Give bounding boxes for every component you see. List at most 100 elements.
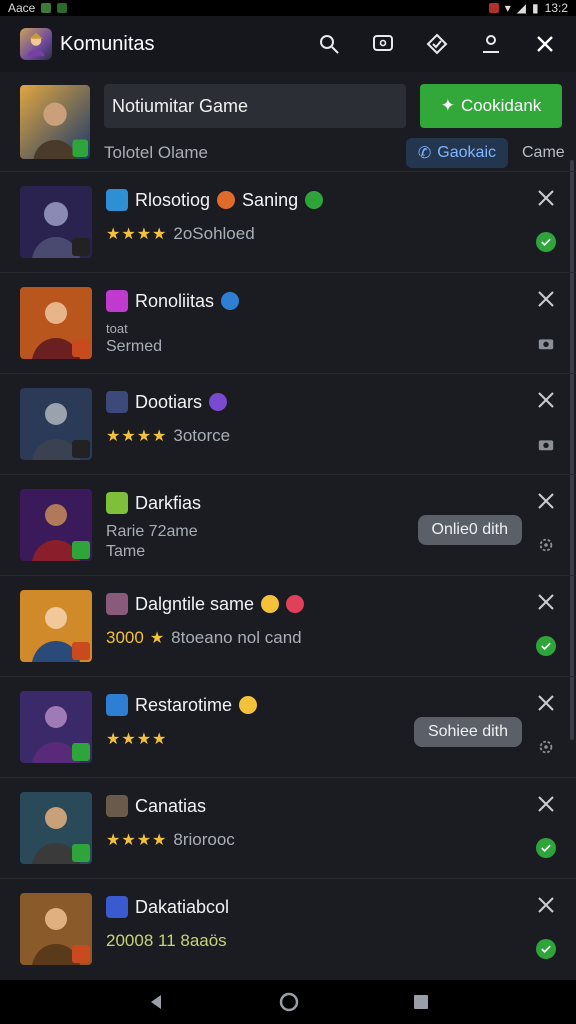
item-title: Restarotime [135, 694, 233, 715]
close-icon [537, 36, 553, 52]
app-bar: Komunitas [0, 16, 576, 72]
system-nav-bar [0, 980, 576, 1024]
app-icon [106, 896, 128, 918]
camera-icon [536, 434, 556, 454]
chat-button[interactable] [366, 27, 400, 61]
wifi-icon: ▾ [504, 1, 511, 15]
call-chip[interactable]: ✆ Gaokaic [405, 138, 508, 168]
app-icon [106, 391, 128, 413]
join-button-label: Cookidank [460, 96, 542, 115]
rating-stars: ★★★★ [106, 731, 168, 748]
item-title-suffix: Saning [242, 189, 299, 210]
recents-icon[interactable] [412, 993, 430, 1011]
item-prefix: 3000 [106, 628, 144, 647]
call-chip-label: Gaokaic [437, 144, 496, 161]
close-icon[interactable] [534, 186, 558, 210]
close-icon[interactable] [534, 489, 558, 513]
verified-icon [305, 191, 324, 209]
close-icon[interactable] [534, 893, 558, 917]
badge-icon [221, 292, 240, 310]
close-icon[interactable] [534, 590, 558, 614]
check-icon [536, 232, 556, 252]
list-item[interactable]: Canatias ★★★★ 8riorooc [0, 778, 576, 879]
close-button[interactable] [528, 27, 562, 61]
join-button[interactable]: ✦ Cookidank [420, 84, 562, 128]
badge-icon [209, 393, 228, 411]
game-thumbnail [20, 186, 92, 258]
app-icon [106, 290, 128, 312]
list-item[interactable]: Dalgntile same 3000 ★ 8toeano nol cand [0, 576, 576, 677]
close-icon[interactable] [534, 792, 558, 816]
list-item[interactable]: Restarotime ★★★★ Sohiee dith [0, 677, 576, 778]
list-item[interactable]: Rlosotiog Saning ★★★★ 2oSohloed [0, 172, 576, 273]
search-button[interactable] [312, 27, 346, 61]
pin-icon: ✦ [440, 96, 455, 115]
rating-stars: ★ [149, 630, 166, 647]
avatar [106, 593, 128, 615]
status-time: 13:2 [544, 1, 568, 15]
game-name-input[interactable] [104, 84, 406, 128]
search-icon [320, 35, 339, 54]
page-title: Komunitas [60, 32, 155, 55]
community-list: Rlosotiog Saning ★★★★ 2oSohloed Ronoliit… [0, 172, 576, 980]
list-item[interactable]: Ronoliitas toat Sermed [0, 273, 576, 374]
item-title: Rlosotiog [135, 189, 211, 210]
item-title: Canatias [135, 795, 207, 816]
close-icon[interactable] [534, 287, 558, 311]
game-thumbnail[interactable] [20, 84, 90, 160]
item-meta-line2: Tame [106, 543, 146, 560]
camera-icon [536, 333, 556, 353]
user-icon [483, 35, 499, 53]
close-icon[interactable] [534, 388, 558, 412]
content-area[interactable]: ✦ Cookidank Tolotel Olame ✆ Gaokaic Came [0, 72, 576, 980]
badge-button[interactable] [420, 27, 454, 61]
app-icon [106, 492, 128, 514]
notification-icon [488, 3, 499, 13]
signal-icon: ◢ [516, 1, 527, 15]
back-icon[interactable] [146, 992, 166, 1012]
list-item[interactable]: Darkfias Rarie 72ame Tame Onlie0 dith [0, 475, 576, 576]
item-title: Dootiars [135, 391, 203, 412]
check-icon [536, 838, 556, 858]
status-text: Aace [8, 1, 36, 15]
game-thumbnail [20, 489, 92, 561]
rating-stars: ★★★★ [106, 832, 168, 849]
app-avatar [20, 28, 52, 60]
game-label: Came [522, 144, 565, 161]
list-item[interactable]: Dakatiabcol 20008 11 8aaös [0, 879, 576, 980]
item-meta: 8toeano nol cand [171, 628, 302, 647]
profile-button[interactable] [474, 27, 508, 61]
game-thumbnail [20, 287, 92, 359]
item-meta-line1: toat [106, 321, 128, 336]
item-meta: 8riorooc [173, 830, 235, 849]
item-title: Dalgntile same [135, 593, 255, 614]
check-icon [536, 636, 556, 656]
app-notification-icon [41, 3, 52, 13]
game-thumbnail [20, 388, 92, 460]
emoji-icon [239, 696, 258, 714]
online-pill[interactable]: Onlie0 dith [417, 515, 522, 545]
close-icon[interactable] [534, 691, 558, 715]
app-notification-icon [57, 3, 68, 13]
check-icon [536, 939, 556, 959]
featured-subtitle: Tolotel Olame [104, 143, 208, 162]
battery-icon: ▮ [532, 1, 539, 15]
featured-game-card: ✦ Cookidank Tolotel Olame ✆ Gaokaic Came [0, 72, 576, 172]
settings-icon [536, 535, 556, 555]
online-pill[interactable]: Sohiee dith [413, 717, 522, 747]
item-title: Dakatiabcol [135, 896, 230, 917]
item-meta-line1: Rarie 72ame [106, 523, 198, 540]
app-icon [106, 189, 128, 211]
emoji-icon [217, 191, 236, 209]
item-meta: 3otorce [173, 426, 231, 445]
game-thumbnail [20, 691, 92, 763]
item-meta: 2oSohloed [173, 224, 255, 243]
item-meta-line2: Sermed [106, 338, 163, 355]
rating-stars: ★★★★ [106, 226, 168, 243]
item-title: Darkfias [135, 492, 202, 513]
game-thumbnail [20, 893, 92, 965]
home-icon[interactable] [278, 991, 300, 1013]
item-meta: 20008 11 8aaös [106, 931, 227, 950]
list-item[interactable]: Dootiars ★★★★ 3otorce [0, 374, 576, 475]
chat-icon [373, 35, 393, 51]
